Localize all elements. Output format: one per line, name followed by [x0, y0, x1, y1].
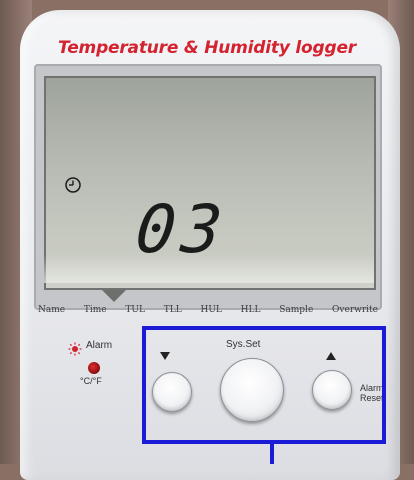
label-overwrite: Overwrite	[332, 305, 378, 315]
sun-icon	[68, 342, 82, 356]
label-tll: TLL	[163, 305, 182, 315]
label-hll: HLL	[240, 305, 261, 315]
highlight-stem	[270, 444, 274, 464]
label-name: Name	[38, 305, 66, 315]
label-sample: Sample	[279, 305, 314, 315]
label-hul: HUL	[200, 305, 222, 315]
alarm-area: Alarm	[60, 336, 150, 396]
clock-icon	[65, 177, 81, 193]
unit-label: °C/°F	[80, 376, 102, 386]
alarm-led	[88, 362, 100, 374]
lcd-label-strip: Name Time TUL TLL HUL HLL Sample Overwri…	[34, 300, 382, 320]
device-title: Temperature & Humidity logger	[58, 38, 356, 58]
highlight-box	[142, 326, 386, 444]
label-tul: TUL	[125, 305, 145, 315]
alarm-label: Alarm	[86, 340, 113, 351]
label-time: Time	[83, 305, 107, 315]
lcd-digits: 03	[132, 191, 232, 268]
